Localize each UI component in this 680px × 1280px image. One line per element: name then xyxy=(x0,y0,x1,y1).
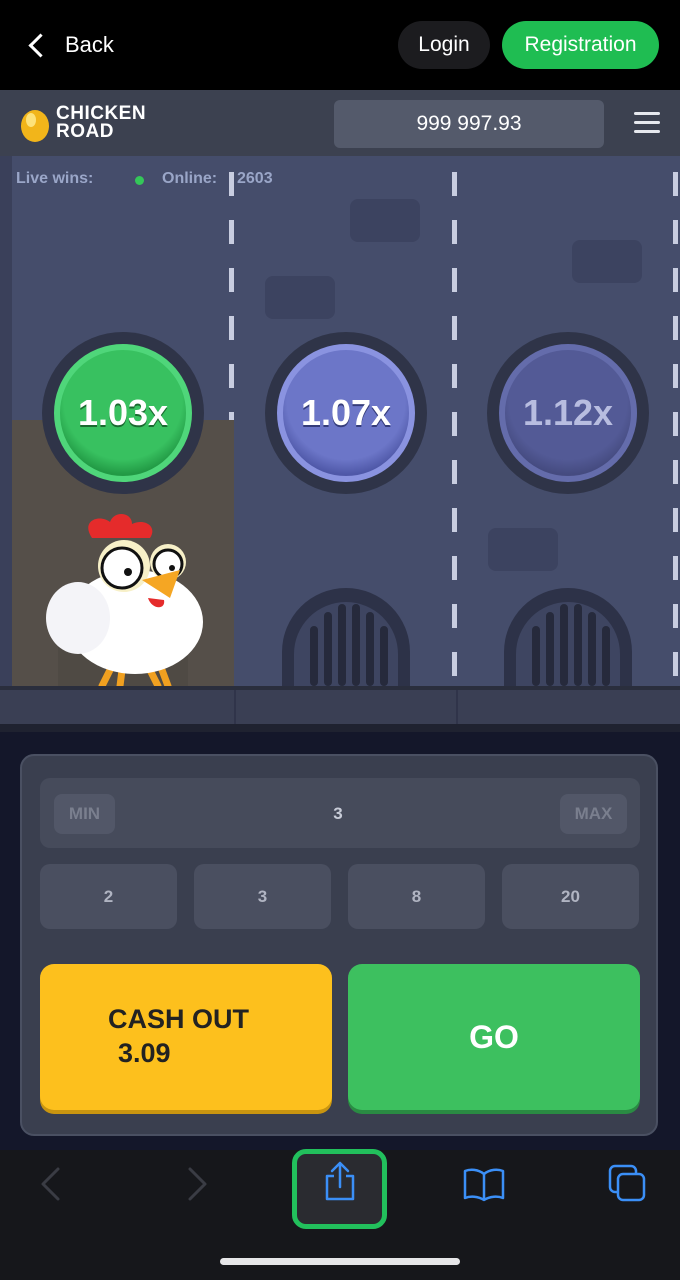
bookmarks-icon[interactable] xyxy=(462,1166,506,1202)
bet-preset-button[interactable]: 3 xyxy=(194,864,331,929)
back-arrow-icon[interactable] xyxy=(38,1166,62,1202)
bet-amount-value[interactable]: 3 xyxy=(300,796,376,832)
sewer-drain-icon xyxy=(282,588,410,686)
home-indicator xyxy=(220,1258,460,1265)
tabs-icon[interactable] xyxy=(606,1162,648,1204)
curb-divider xyxy=(456,690,458,726)
road-patch xyxy=(488,528,558,571)
cash-out-button[interactable] xyxy=(40,964,332,1110)
curb-divider xyxy=(234,690,236,726)
online-status-dot xyxy=(135,176,144,185)
bet-preset-button[interactable]: 8 xyxy=(348,864,485,929)
back-label: Back xyxy=(65,32,114,57)
chicken-icon xyxy=(46,513,203,686)
road-edge xyxy=(0,156,12,731)
go-button[interactable]: GO xyxy=(348,964,640,1110)
road-patch xyxy=(265,276,335,319)
multiplier-coin[interactable]: 1.07x xyxy=(265,332,427,494)
lane-divider xyxy=(452,172,457,702)
game-logo: CHICKEN ROAD xyxy=(56,104,146,142)
chevron-left-icon xyxy=(28,32,53,58)
hamburger-menu-icon[interactable] xyxy=(634,112,660,134)
share-icon[interactable] xyxy=(322,1160,358,1202)
bet-preset-button[interactable]: 20 xyxy=(502,864,639,929)
bet-preset-button[interactable]: 2 xyxy=(40,864,177,929)
cash-out-amount: 3.09 xyxy=(118,1038,171,1068)
online-label: Online: xyxy=(162,170,218,187)
logo-line-road: ROAD xyxy=(56,121,114,142)
balance-display: 999 997.93 xyxy=(334,100,604,148)
forward-arrow-icon[interactable] xyxy=(186,1166,210,1202)
max-bet-button[interactable]: MAX xyxy=(560,794,627,834)
multiplier-coin: 1.12x xyxy=(487,332,649,494)
cash-out-label: CASH OUT xyxy=(108,1004,249,1034)
login-button[interactable]: Login xyxy=(398,21,490,69)
lane-divider xyxy=(673,172,678,702)
online-count: 2603 xyxy=(237,170,273,187)
min-bet-button[interactable]: MIN xyxy=(54,794,115,834)
multiplier-value: 1.03x xyxy=(54,344,192,482)
egg-logo-icon xyxy=(21,110,49,142)
sewer-drain-icon xyxy=(504,588,632,686)
road-patch xyxy=(572,240,642,283)
multiplier-coin: 1.03x xyxy=(42,332,204,494)
live-wins-label: Live wins: xyxy=(16,170,94,187)
multiplier-value: 1.07x xyxy=(277,344,415,482)
back-button[interactable]: Back xyxy=(28,22,114,68)
road-bottom-edge xyxy=(0,724,680,732)
registration-button[interactable]: Registration xyxy=(502,21,659,69)
road-patch xyxy=(350,199,420,242)
multiplier-value: 1.12x xyxy=(499,344,637,482)
